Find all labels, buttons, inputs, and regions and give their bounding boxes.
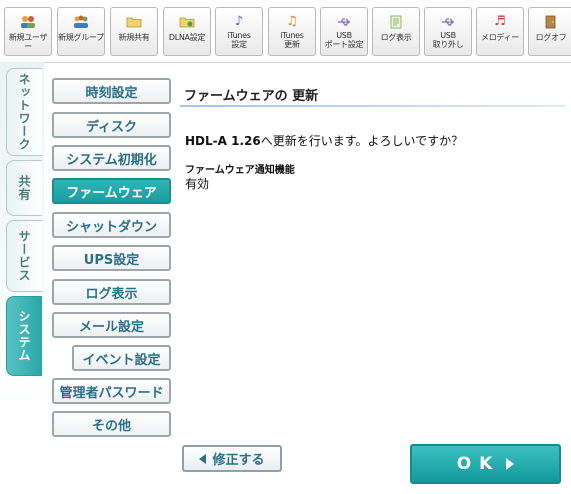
- triangle-right-icon: [506, 458, 515, 470]
- menu-firmware[interactable]: ファームウェア: [52, 178, 171, 204]
- menu-disk[interactable]: ディスク: [52, 112, 171, 138]
- usb-icon: [336, 15, 352, 29]
- new-group-button[interactable]: 新規グループ: [57, 7, 105, 56]
- toolbar-label: ログ表示: [380, 33, 412, 42]
- menu-time-settings[interactable]: 時刻設定: [52, 78, 171, 104]
- folder-icon: [126, 15, 142, 29]
- usb-remove-icon: [440, 15, 456, 29]
- menu-ups-settings[interactable]: UPS設定: [52, 245, 171, 271]
- melody-button[interactable]: ♬ メロディー: [476, 7, 524, 56]
- toolbar-label: DLNA設定: [168, 33, 206, 42]
- group-icon: [73, 15, 89, 29]
- usb-remove-button[interactable]: USB 取り外し: [424, 7, 472, 56]
- menu-admin-password[interactable]: 管理者パスワード: [52, 378, 171, 404]
- toolbar-label: 新規共有: [118, 33, 150, 42]
- users-icon: [20, 15, 36, 29]
- toolbar-label: USB ポート設定: [324, 31, 364, 49]
- menu-other[interactable]: その他: [52, 411, 171, 437]
- menu-log-view[interactable]: ログ表示: [52, 279, 171, 305]
- tab-service[interactable]: サービス: [6, 220, 42, 292]
- dlna-folder-icon: [179, 15, 195, 29]
- title-divider: [180, 105, 566, 107]
- toolbar-label: 新規グループ: [58, 33, 104, 42]
- tab-network[interactable]: ネットワーク: [6, 68, 42, 156]
- dlna-settings-button[interactable]: DLNA設定: [163, 7, 211, 56]
- toolbar-label: iTunes 更新: [280, 31, 304, 49]
- menu-system-init[interactable]: システム初期化: [52, 145, 171, 171]
- melody-icon: ♬: [494, 14, 506, 29]
- ok-button[interactable]: OK: [410, 444, 561, 484]
- logoff-button[interactable]: ログオフ: [528, 7, 571, 56]
- toolbar-label: ログオフ: [535, 33, 567, 42]
- back-button[interactable]: 修正する: [182, 445, 282, 472]
- page-title: ファームウェアの 更新: [184, 89, 319, 104]
- confirm-message: HDL-A 1.26へ更新を行います。よろしいですか？: [185, 132, 463, 149]
- tab-share[interactable]: 共有: [6, 160, 42, 216]
- itunes-update-button[interactable]: ♫ iTunes 更新: [268, 7, 316, 56]
- toolbar-label: 新規ユーザー: [8, 33, 48, 51]
- toolbar-label: iTunes 設定: [227, 31, 251, 49]
- triangle-left-icon: [199, 453, 207, 464]
- log-view-button[interactable]: ログ表示: [372, 7, 420, 56]
- logoff-icon: [543, 15, 559, 29]
- ok-button-label: OK: [456, 454, 501, 474]
- toolbar-label: メロディー: [481, 33, 519, 42]
- confirm-question: へ更新を行います。よろしいですか？: [260, 134, 464, 148]
- new-share-button[interactable]: 新規共有: [110, 7, 158, 56]
- toolbar-label: USB 取り外し: [432, 31, 464, 49]
- notify-setting-value: 有効: [185, 177, 210, 191]
- menu-mail-settings[interactable]: メール設定: [52, 312, 171, 338]
- log-document-icon: [388, 15, 404, 29]
- tab-system[interactable]: システム: [6, 296, 42, 376]
- new-user-button[interactable]: 新規ユーザー: [4, 7, 52, 56]
- menu-event-settings[interactable]: イベント設定: [72, 345, 171, 371]
- music-note-icon: ♪: [234, 14, 244, 29]
- usb-port-settings-button[interactable]: USB ポート設定: [320, 7, 368, 56]
- itunes-refresh-icon: ♫: [286, 14, 298, 29]
- itunes-settings-button[interactable]: ♪ iTunes 設定: [215, 7, 263, 56]
- top-toolbar: 新規ユーザー 新規グループ 新規共有 DLNA設定 ♪ iTunes 設定 ♫ …: [0, 0, 571, 63]
- notify-setting-label: ファームウェア通知機能: [185, 165, 295, 176]
- firmware-version: HDL-A 1.26: [185, 134, 261, 148]
- back-button-label: 修正する: [212, 453, 265, 468]
- menu-shutdown[interactable]: シャットダウン: [52, 212, 171, 238]
